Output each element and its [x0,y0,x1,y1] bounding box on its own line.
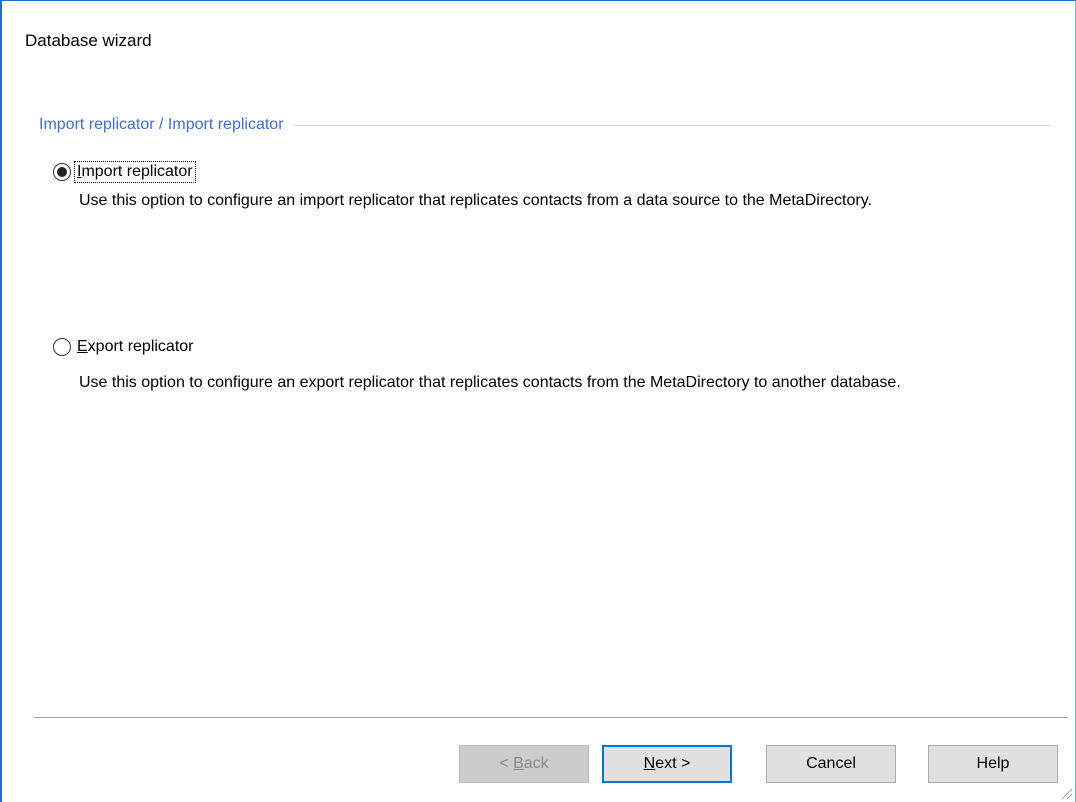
next-mnemonic: N [643,755,656,772]
group-title: Import replicator / Import replicator [39,116,284,133]
next-rest: ext > [655,755,691,772]
resize-grip-icon[interactable] [1059,786,1073,800]
export-radio-label[interactable]: Export replicator [75,337,196,357]
help-button[interactable]: Help [928,745,1058,783]
back-button[interactable]: < Back [459,745,589,783]
import-description: Use this option to configure an import r… [79,192,872,209]
next-button[interactable]: Next > [602,745,732,783]
wizard-window: Database wizard Import replicator / Impo… [0,0,1076,802]
import-replicator-radio[interactable]: Import replicator [53,161,196,183]
back-rest: ack [523,755,549,772]
window-title: Database wizard [25,31,152,50]
back-prefix: < [499,755,514,772]
cancel-button[interactable]: Cancel [766,745,896,783]
export-radio-button[interactable] [53,338,71,356]
group-header: Import replicator / Import replicator [39,115,1051,135]
footer-separator [34,717,1068,718]
import-radio-label[interactable]: Import replicator [74,161,196,183]
export-description: Use this option to configure an export r… [79,374,901,391]
import-radio-button[interactable] [53,163,71,181]
back-mnemonic: B [513,755,524,772]
export-label-rest: xport replicator [87,338,194,355]
export-replicator-radio[interactable]: Export replicator [53,337,196,357]
group-divider [293,124,1051,126]
import-label-rest: mport replicator [81,163,193,180]
export-mnemonic: E [77,338,88,355]
